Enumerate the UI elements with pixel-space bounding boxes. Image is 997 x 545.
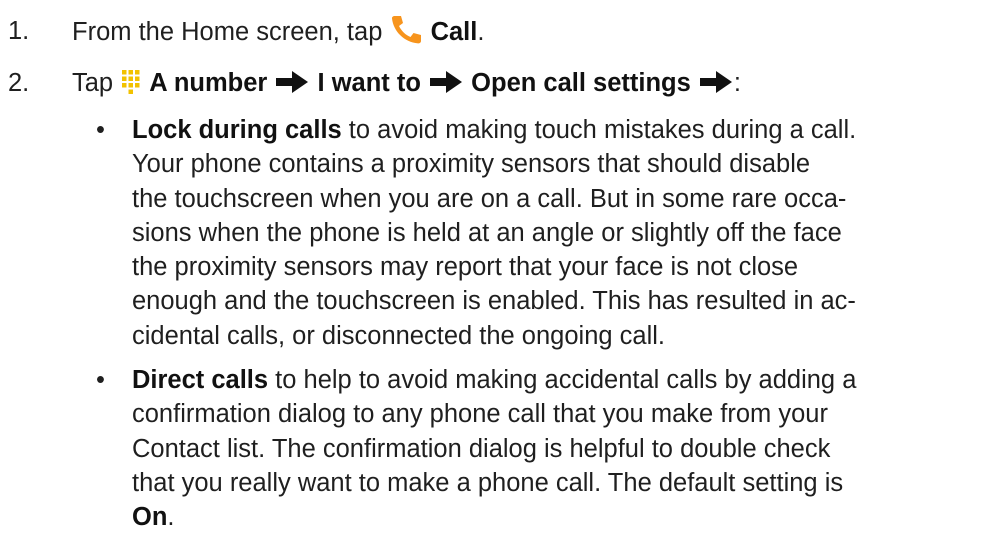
step-number: 2.	[8, 69, 30, 97]
bullet-line: the proximity sensors may report that yo…	[132, 253, 799, 282]
document-page: 1. From the Home screen, tap Call. 2. Ta…	[0, 0, 997, 534]
bullet-line: Lock during calls to avoid making touch …	[132, 116, 857, 144]
bullet-line: that you really want to make a phone cal…	[132, 468, 844, 497]
bullet-dot: •	[96, 116, 105, 144]
bullet-line: Contact list. The confirmation dialog is…	[132, 434, 831, 463]
bullet-line: confirmation dialog to any phone call th…	[132, 400, 828, 429]
right-arrow-icon	[274, 69, 310, 104]
bullet-term: Lock during calls	[132, 116, 342, 144]
step-text-suffix: .	[477, 18, 485, 46]
bullet-line: the touchscreen when you are on a call. …	[132, 184, 847, 213]
phone-handset-icon	[389, 14, 423, 53]
bullet-line: sions when the phone is held at an angle…	[132, 218, 842, 247]
step-text: Tap A number I want to Open call setting…	[72, 66, 741, 104]
bullet-line: cidental calls, or disconnected the ongo…	[132, 321, 665, 350]
step-text-prefix: From the Home screen, tap	[72, 18, 390, 46]
step-text-prefix: Tap	[72, 69, 121, 97]
call-label: Call	[430, 18, 478, 46]
path-step-i-want-to: I want to	[317, 69, 421, 97]
right-arrow-icon	[698, 69, 734, 104]
bullet-lock-during-calls: • Lock during calls to avoid making touc…	[96, 113, 982, 353]
bullet-direct-calls: • Direct calls to help to avoid making a…	[96, 363, 982, 534]
dialpad-icon	[120, 69, 142, 104]
bullet-line: Your phone contains a proximity sensors …	[132, 150, 811, 179]
bullet-term: Direct calls	[132, 366, 269, 395]
bullet-line: Direct calls to help to avoid making acc…	[132, 366, 857, 395]
step-text-suffix: :	[733, 69, 741, 97]
path-step-a-number: A number	[149, 69, 268, 97]
bullet-dot: •	[96, 366, 105, 395]
bullet-line: enough and the touchscreen is enabled. T…	[132, 287, 856, 316]
path-step-open-call-settings: Open call settings	[471, 69, 691, 97]
bullet-line: On.	[132, 503, 175, 532]
step-text: From the Home screen, tap Call.	[72, 14, 484, 53]
right-arrow-icon	[428, 69, 464, 104]
step-number: 1.	[8, 17, 30, 45]
settings-bullet-list: • Lock during calls to avoid making touc…	[96, 113, 982, 545]
default-value: On	[132, 503, 168, 532]
